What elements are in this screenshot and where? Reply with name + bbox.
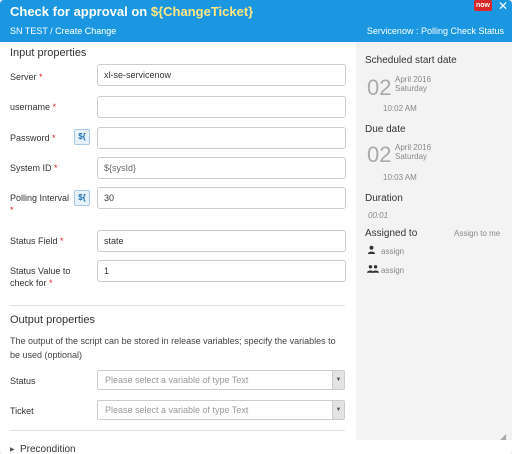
output-status-select[interactable]: Please select a variable of type Text ▼ (97, 370, 345, 390)
system-id-label-text: System ID (10, 163, 52, 173)
password-label-text: Password (10, 133, 50, 143)
polling-label-text: Polling Interval (10, 193, 70, 203)
output-ticket-label: Ticket (10, 406, 34, 416)
output-status-placeholder: Please select a variable of type Text (105, 375, 249, 385)
status-value-label-text: Status Value to check for (10, 266, 71, 288)
duration-title: Duration (365, 193, 403, 204)
title-variable: ${ChangeTicket} (150, 4, 254, 19)
assign-user-row[interactable]: assign (367, 245, 404, 256)
breadcrumb[interactable]: SN TEST / Create Change (10, 26, 116, 36)
title-text: Check for approval on (10, 4, 151, 19)
status-value-label: Status Value to check for * (10, 265, 78, 289)
close-icon[interactable]: ✕ (496, 0, 510, 12)
scheduled-start-day[interactable]: 02 (367, 75, 391, 101)
password-label: Password * (10, 132, 56, 144)
username-field[interactable] (97, 96, 346, 118)
username-label: username * (10, 101, 56, 113)
chevron-down-icon[interactable]: ▼ (332, 371, 344, 389)
scheduled-start-title: Scheduled start date (365, 55, 457, 66)
polling-variable-button[interactable]: ${ (74, 190, 90, 206)
input-properties-title: Input properties (10, 47, 87, 59)
dialog-header: Check for approval on ${ChangeTicket} SN… (0, 0, 512, 42)
chevron-down-icon[interactable]: ▼ (332, 401, 344, 419)
scheduled-start-time[interactable]: 10:02 AM (383, 104, 417, 113)
server-field[interactable]: xl-se-servicenow (97, 64, 346, 86)
required-mark: * (54, 163, 58, 173)
required-mark: * (39, 72, 43, 82)
status-field-label: Status Field * (10, 235, 64, 247)
precondition-toggle[interactable]: Precondition (20, 444, 76, 454)
required-mark: * (60, 236, 64, 246)
assign-team-row[interactable]: assign (367, 264, 404, 275)
server-label: Server * (10, 71, 43, 83)
output-status-label: Status (10, 376, 36, 386)
task-details-dialog: Check for approval on ${ChangeTicket} SN… (0, 0, 512, 454)
status-field-label-text: Status Field (10, 236, 58, 246)
assign-to-me-link[interactable]: Assign to me (454, 229, 500, 238)
due-date-time[interactable]: 10:03 AM (383, 173, 417, 182)
expand-arrow-icon[interactable]: ▶ (10, 446, 15, 453)
assign-user-text: assign (381, 247, 405, 256)
task-type-label: Servicenow : Polling Check Status (366, 26, 504, 36)
resize-handle-icon[interactable]: ◢ (500, 432, 510, 442)
polling-interval-label: Polling Interval * (10, 192, 72, 216)
page-title: Check for approval on ${ChangeTicket} (10, 4, 253, 19)
required-mark: * (10, 205, 14, 215)
password-variable-button[interactable]: ${ (74, 129, 90, 145)
output-description: The output of the script can be stored i… (10, 336, 336, 360)
section-divider (10, 430, 345, 431)
status-field-input[interactable]: state (97, 230, 346, 252)
team-icon (367, 264, 381, 275)
section-divider (10, 305, 345, 306)
required-mark: * (52, 102, 57, 112)
due-date-day[interactable]: 02 (367, 142, 391, 168)
output-properties-title: Output properties (10, 314, 95, 326)
server-label-text: Server (10, 72, 37, 82)
due-date-weekday: Saturday (395, 152, 428, 161)
output-ticket-select[interactable]: Please select a variable of type Text ▼ (97, 400, 345, 420)
task-sidebar (356, 42, 512, 440)
servicenow-badge-icon: now (474, 0, 492, 11)
password-field[interactable] (97, 127, 346, 149)
assign-team-text: assign (381, 266, 405, 275)
system-id-label: System ID * (10, 162, 58, 174)
output-ticket-placeholder: Please select a variable of type Text (105, 405, 249, 415)
duration-value[interactable]: 00:01 (368, 211, 388, 220)
system-id-field[interactable]: ${sysId} (97, 157, 346, 179)
assigned-to-title: Assigned to (365, 228, 418, 239)
username-label-text: username (10, 102, 51, 112)
required-mark: * (52, 133, 56, 143)
required-mark: * (49, 278, 53, 288)
user-icon (367, 245, 381, 256)
status-value-input[interactable]: 1 (97, 260, 346, 282)
polling-interval-field[interactable]: 30 (97, 187, 346, 209)
due-date-title: Due date (365, 124, 406, 135)
scheduled-start-weekday: Saturday (395, 84, 428, 93)
